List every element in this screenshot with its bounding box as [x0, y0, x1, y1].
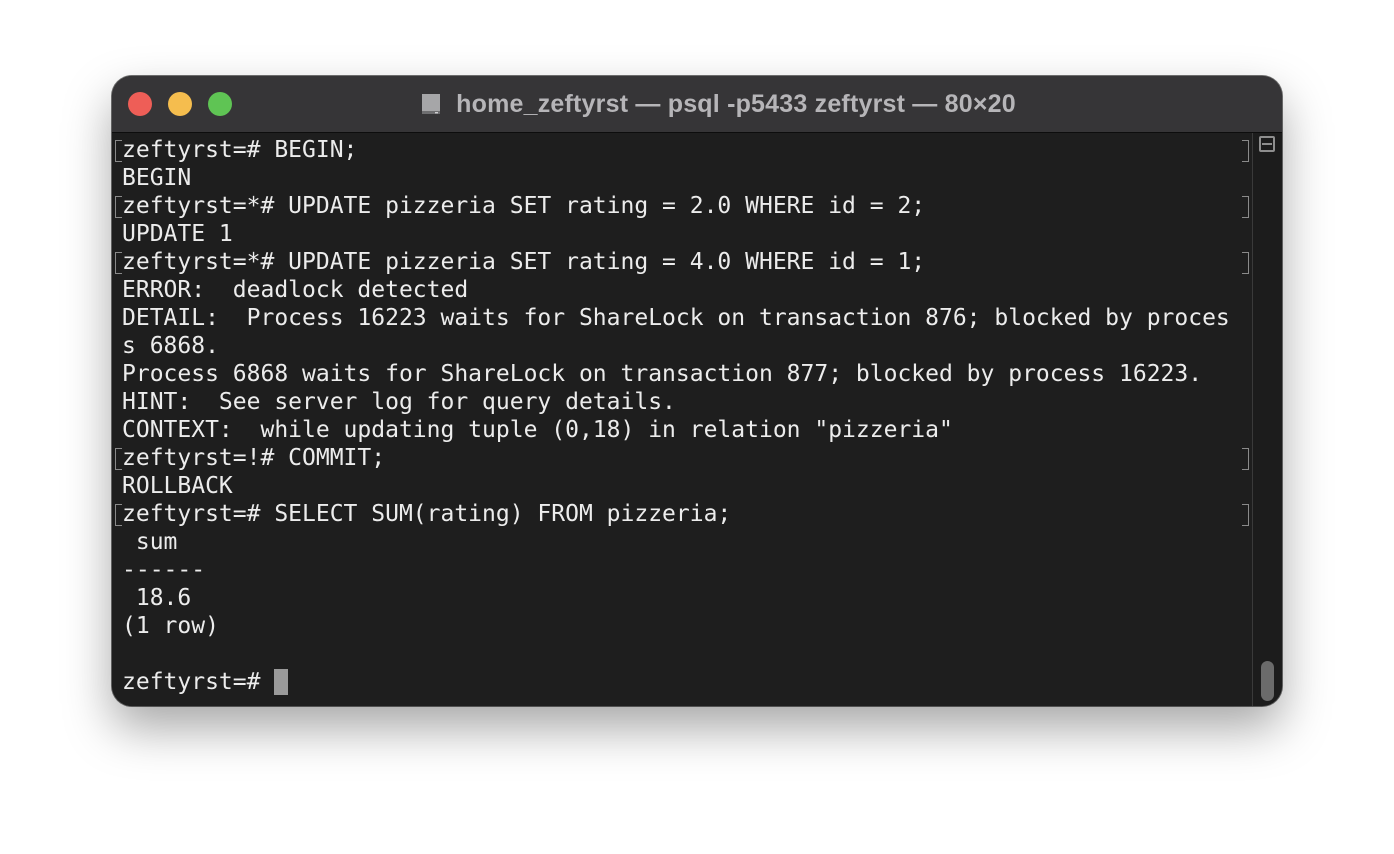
- prompt-mark-left: [115, 504, 122, 526]
- prompt-mark-right: [1242, 140, 1249, 162]
- prompt-mark-right: [1242, 196, 1249, 218]
- terminal-line: zeftyrst=# SELECT SUM(rating) FROM pizze…: [122, 501, 732, 527]
- prompt-mark-right: [1242, 252, 1249, 274]
- terminal-line: (1 row): [122, 613, 219, 639]
- terminal-line: HINT: See server log for query details.: [122, 389, 676, 415]
- terminal-window: home_zeftyrst — psql -p5433 zeftyrst — 8…: [112, 76, 1282, 706]
- terminal-line: ROLLBACK: [122, 473, 233, 499]
- scrollbar-thumb[interactable]: [1261, 661, 1274, 701]
- terminal-line: UPDATE 1: [122, 221, 233, 247]
- terminal-line: s 6868.: [122, 333, 219, 359]
- terminal-line: zeftyrst=*# UPDATE pizzeria SET rating =…: [122, 193, 926, 219]
- terminal-line: BEGIN: [122, 165, 192, 191]
- active-prompt-line[interactable]: zeftyrst=#: [122, 668, 1230, 696]
- prompt-mark-left: [115, 140, 122, 162]
- prompt-mark-left: [115, 196, 122, 218]
- window-title: home_zeftyrst — psql -p5433 zeftyrst — 8…: [456, 89, 1016, 118]
- terminal-line: 18.6: [122, 585, 192, 611]
- prompt-mark-right: [1242, 504, 1249, 526]
- prompt-mark-left: [115, 448, 122, 470]
- terminal-line: DETAIL: Process 16223 waits for ShareLoc…: [122, 305, 1230, 331]
- terminal-line: zeftyrst=!# COMMIT;: [122, 445, 386, 471]
- terminal-line: CONTEXT: while updating tuple (0,18) in …: [122, 417, 953, 443]
- prompt-text: zeftyrst=#: [122, 669, 275, 695]
- terminal-output: zeftyrst=# BEGIN; BEGIN zeftyrst=*# UPDATE…: [122, 136, 1230, 696]
- scrollbar[interactable]: [1252, 133, 1282, 706]
- split-pane-icon[interactable]: [1259, 136, 1275, 152]
- terminal-line: sum: [122, 529, 178, 555]
- title-area: home_zeftyrst — psql -p5433 zeftyrst — 8…: [112, 76, 1282, 132]
- title-bar[interactable]: home_zeftyrst — psql -p5433 zeftyrst — 8…: [112, 76, 1282, 133]
- terminal-line: zeftyrst=*# UPDATE pizzeria SET rating =…: [122, 249, 926, 275]
- terminal-line: ERROR: deadlock detected: [122, 277, 469, 303]
- terminal-line: Process 6868 waits for ShareLock on tran…: [122, 361, 1203, 387]
- disk-icon: [422, 94, 441, 114]
- prompt-mark-right: [1242, 448, 1249, 470]
- text-cursor: [274, 669, 289, 695]
- terminal-line: ------: [122, 557, 206, 583]
- prompt-mark-left: [115, 252, 122, 274]
- terminal-content[interactable]: zeftyrst=# BEGIN; BEGIN zeftyrst=*# UPDATE…: [112, 133, 1252, 706]
- terminal-line: zeftyrst=# BEGIN;: [122, 137, 358, 163]
